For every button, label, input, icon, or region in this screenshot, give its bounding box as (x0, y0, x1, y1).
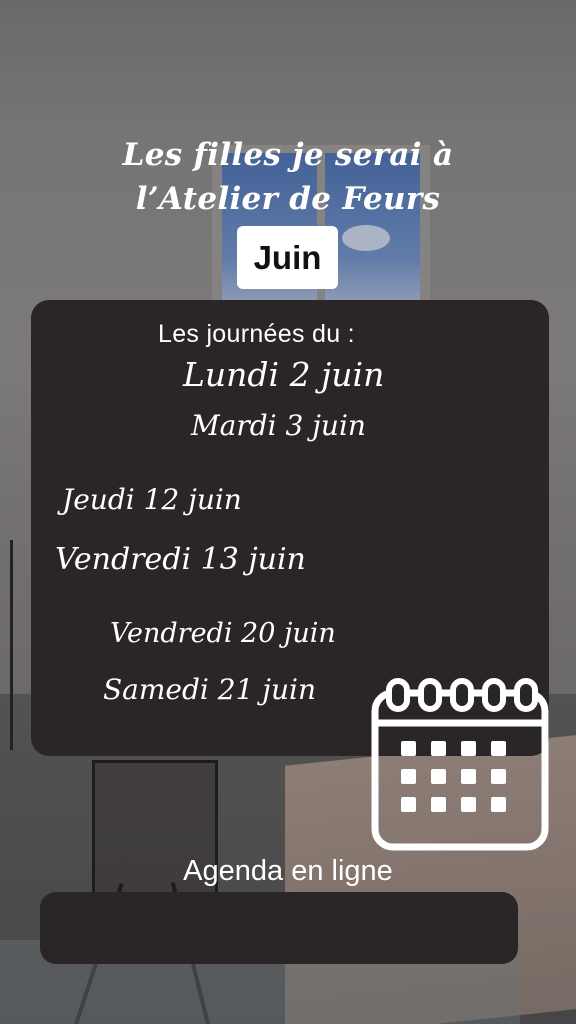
schedule-day: Samedi 21 juin (103, 673, 317, 706)
story-title-line1: Les filles je serai à (122, 137, 454, 173)
story-title-line2: l’Atelier de Feurs (135, 181, 441, 217)
schedule-intro: Les journées du : (158, 320, 355, 348)
schedule-day: Vendredi 13 juin (55, 542, 306, 577)
calendar-icon (371, 678, 549, 851)
schedule-day: Mardi 3 juin (191, 409, 366, 442)
schedule-day: Jeudi 12 juin (62, 483, 242, 516)
agenda-label: Agenda en ligne (183, 855, 393, 887)
agenda-link-button[interactable] (40, 892, 518, 964)
schedule-day: Lundi 2 juin (183, 355, 385, 394)
story-title: Les filles je serai à l’Atelier de Feurs (0, 133, 576, 221)
schedule-day: Vendredi 20 juin (110, 618, 336, 649)
month-badge: Juin (237, 226, 338, 289)
